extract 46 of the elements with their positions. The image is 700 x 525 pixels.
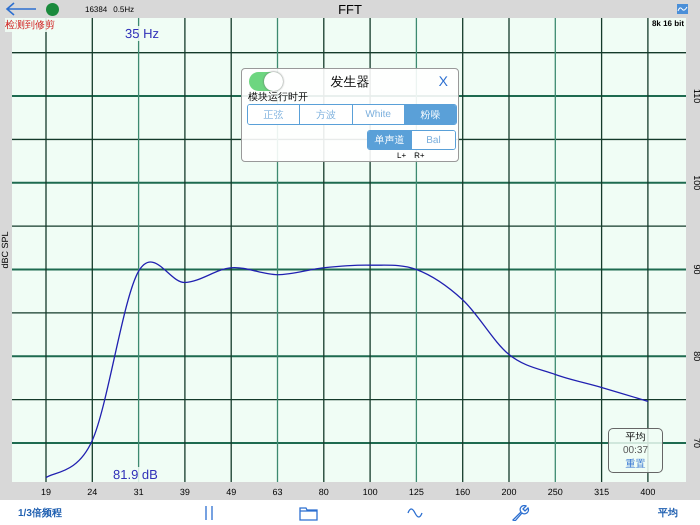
y-tick-label: 80 <box>692 351 700 362</box>
signal-option[interactable]: 粉噪 <box>404 105 456 124</box>
back-arrow-icon[interactable] <box>4 2 38 16</box>
x-tick-label: 200 <box>501 487 517 497</box>
polarity-label: R+ <box>414 151 425 160</box>
y-tick-label: 110 <box>692 88 700 104</box>
pause-icon[interactable] <box>204 505 214 521</box>
x-tick-label: 31 <box>134 487 144 497</box>
folder-icon[interactable] <box>299 505 318 521</box>
close-button[interactable]: X <box>438 73 448 89</box>
x-tick-label: 315 <box>594 487 610 497</box>
y-tick-label: 100 <box>692 175 700 190</box>
cursor-level: 81.9 dB <box>113 467 158 482</box>
toggle-label: 模块运行时开 <box>248 90 308 104</box>
chart-icon[interactable] <box>677 4 688 14</box>
average-time: 00:37 <box>622 445 648 456</box>
format-label: 8k 16 bit <box>652 19 684 28</box>
enable-toggle[interactable] <box>249 72 283 91</box>
x-tick-label: 80 <box>318 487 329 497</box>
x-tick-label: 250 <box>548 487 563 497</box>
x-tick-label: 160 <box>455 487 470 497</box>
x-tick-label: 125 <box>408 487 424 497</box>
y-tick-label: 90 <box>692 264 700 275</box>
channel-option[interactable]: Bal <box>411 131 455 149</box>
clipping-warning: 检测到修剪 <box>5 18 55 32</box>
polarity-label: L+ <box>397 151 406 160</box>
x-tick-label: 400 <box>640 487 656 497</box>
x-tick-label: 100 <box>362 487 378 497</box>
x-tick-label: 49 <box>226 487 236 497</box>
x-tick-label: 39 <box>180 487 190 497</box>
fft-size-label: 16384 <box>85 4 108 14</box>
x-tick-label: 19 <box>41 487 51 497</box>
y-axis-label: dBC SPL <box>0 231 10 269</box>
y-tick-label: 70 <box>692 438 700 448</box>
reset-button[interactable]: 重置 <box>626 457 646 471</box>
cursor-frequency: 35 Hz <box>125 26 159 41</box>
resolution-label: 0.5Hz <box>113 4 134 14</box>
window-title: FFT <box>338 2 362 17</box>
x-tick-label: 24 <box>87 487 98 497</box>
average-title: 平均 <box>626 431 646 444</box>
wrench-icon[interactable] <box>510 505 530 521</box>
average-button[interactable]: 平均 <box>658 506 678 520</box>
dialog-title: 发生器 <box>330 73 370 91</box>
x-tick-label: 63 <box>272 487 282 497</box>
channel-option[interactable]: 单声道 <box>368 131 411 149</box>
octave-button[interactable]: 1/3倍频程 <box>18 506 62 520</box>
